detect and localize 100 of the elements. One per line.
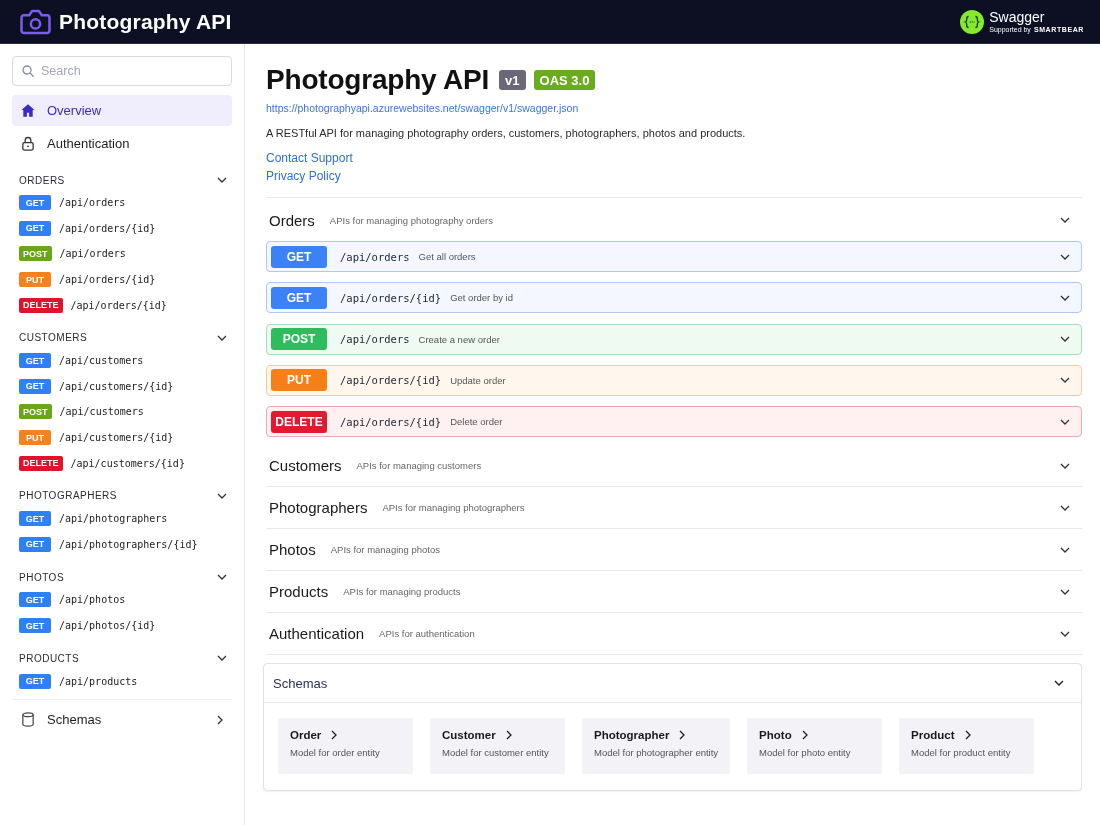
panel-title: Schemas (273, 675, 328, 691)
info-link[interactable]: Privacy Policy (266, 167, 341, 185)
schema-card[interactable]: Product Model for product entity (899, 718, 1035, 775)
group-title: PHOTOS (19, 571, 65, 583)
section-description: APIs for managing photographers (382, 502, 526, 514)
search-field[interactable]: Search (12, 56, 232, 86)
method-badge: GET (19, 511, 51, 527)
section-description: APIs for managing customers (356, 460, 483, 472)
endpoint-link[interactable]: /api/orders/{id} (59, 222, 156, 234)
method-badge: GET (271, 286, 327, 309)
operation-row[interactable]: POST /api/orders Create a new order (266, 323, 1082, 355)
chevron-right-icon[interactable] (217, 714, 223, 725)
method-badge: DELETE (19, 455, 63, 471)
schema-card[interactable]: Photographer Model for photographer entity (582, 718, 731, 775)
schema-name: Photo (759, 729, 792, 742)
chevron-down-icon[interactable] (1060, 418, 1070, 425)
chevron-down-icon[interactable] (217, 574, 227, 581)
schema-name: Customer (442, 729, 496, 742)
nav-item[interactable]: Overview (12, 95, 232, 126)
section-description: APIs for managing products (343, 586, 462, 598)
chevron-right-icon (331, 730, 338, 741)
schema-description: Model for customer entity (442, 747, 549, 759)
section-title[interactable]: Products (269, 583, 329, 601)
operation-summary: Delete order (450, 416, 504, 428)
chevron-down-icon[interactable] (1060, 462, 1070, 469)
schema-description: Model for order entity (290, 747, 380, 759)
method-badge: POST (19, 404, 52, 420)
method-badge: PUT (19, 272, 51, 288)
method-badge: POST (271, 328, 327, 351)
section-title[interactable]: Orders (269, 211, 315, 229)
section-title[interactable]: Authentication (269, 625, 365, 643)
chevron-down-icon[interactable] (1060, 504, 1070, 511)
operation-summary: Get order by id (450, 292, 514, 304)
chevron-right-icon (679, 730, 686, 741)
camera-icon (20, 8, 51, 35)
chevron-down-icon[interactable] (1060, 294, 1070, 301)
operation-row[interactable]: GET /api/orders/{id} Get order by id (266, 282, 1082, 314)
chevron-down-icon[interactable] (1060, 630, 1070, 637)
method-badge: DELETE (19, 297, 63, 313)
section-title[interactable]: Photos (269, 541, 316, 559)
chevron-down-icon[interactable] (1060, 336, 1070, 343)
endpoint-path: /api/orders/{id} (340, 415, 442, 428)
endpoint-link[interactable]: /api/orders/{id} (70, 299, 167, 311)
endpoint-link[interactable]: /api/photographers (59, 513, 168, 525)
endpoint-link[interactable]: /api/customers (59, 355, 144, 367)
operation-summary: Update order (450, 374, 507, 386)
chevron-down-icon[interactable] (1060, 546, 1070, 553)
braces-logo-icon (960, 9, 985, 34)
endpoint-link[interactable]: /api/orders/{id} (59, 274, 156, 286)
home-icon (21, 103, 35, 118)
schema-card[interactable]: Photo Model for photo entity (747, 718, 883, 775)
operation-row[interactable]: GET /api/orders Get all orders (266, 241, 1082, 272)
lock-icon (21, 136, 35, 151)
chevron-down-icon[interactable] (1060, 217, 1070, 223)
schema-card[interactable]: Order Model for order entity (278, 718, 413, 775)
chevron-down-icon[interactable] (217, 334, 227, 341)
endpoint-link[interactable]: /api/customers/{id} (59, 432, 174, 444)
endpoint-link[interactable]: /api/photos (59, 594, 126, 606)
method-badge: DELETE (271, 410, 327, 433)
section-title[interactable]: Customers (269, 457, 342, 475)
operation-row[interactable]: DELETE /api/orders/{id} Delete order (266, 406, 1082, 438)
chevron-down-icon[interactable] (217, 492, 227, 499)
endpoint-link[interactable]: /api/products (59, 675, 138, 687)
endpoint-link[interactable]: /api/orders (59, 248, 126, 260)
version-badge: v1 (499, 70, 526, 90)
schema-name: Order (290, 729, 322, 742)
method-badge: POST (19, 246, 52, 262)
chevron-down-icon[interactable] (217, 655, 227, 662)
operation-row[interactable]: PUT /api/orders/{id} Update order (266, 364, 1082, 396)
endpoint-link[interactable]: /api/customers/{id} (70, 457, 185, 469)
chevron-down-icon[interactable] (217, 177, 227, 183)
section-description: APIs for managing photography orders (329, 214, 495, 226)
search-icon (22, 65, 34, 77)
method-badge: GET (19, 195, 51, 211)
method-badge: PUT (19, 430, 51, 446)
schema-card[interactable]: Customer Model for customer entity (430, 718, 565, 775)
section-title[interactable]: Photographers (269, 499, 368, 517)
chevron-down-icon[interactable] (1060, 377, 1070, 384)
endpoint-link[interactable]: /api/photographers/{id} (59, 538, 198, 550)
endpoint-path: /api/orders/{id} (340, 374, 442, 387)
endpoint-link[interactable]: /api/customers (59, 406, 144, 418)
chevron-down-icon[interactable] (1060, 253, 1070, 260)
database-icon (21, 712, 35, 728)
nav-link[interactable]: Schemas (47, 712, 205, 728)
nav-item[interactable]: Authentication (12, 128, 232, 159)
endpoint-path: /api/orders (340, 333, 410, 346)
endpoint-link[interactable]: /api/customers/{id} (59, 380, 174, 392)
endpoint-link[interactable]: /api/photos/{id} (59, 620, 156, 631)
schema-name: Photographer (594, 729, 670, 742)
chevron-right-icon (505, 730, 512, 741)
info-link[interactable]: Contact Support (266, 149, 353, 167)
endpoint-link[interactable]: /api/orders (59, 197, 126, 209)
spec-url-link[interactable]: https://photographyapi.azurewebsites.net/swagger/v1/swagger.json (266, 101, 1082, 115)
chevron-down-icon[interactable] (1054, 680, 1064, 687)
chevron-down-icon[interactable] (1060, 588, 1070, 595)
method-badge: GET (271, 245, 327, 268)
group-title: PRODUCTS (19, 652, 80, 664)
method-badge: GET (19, 378, 51, 394)
section-description: APIs for managing photos (330, 544, 442, 556)
group-title: ORDERS (19, 174, 65, 186)
